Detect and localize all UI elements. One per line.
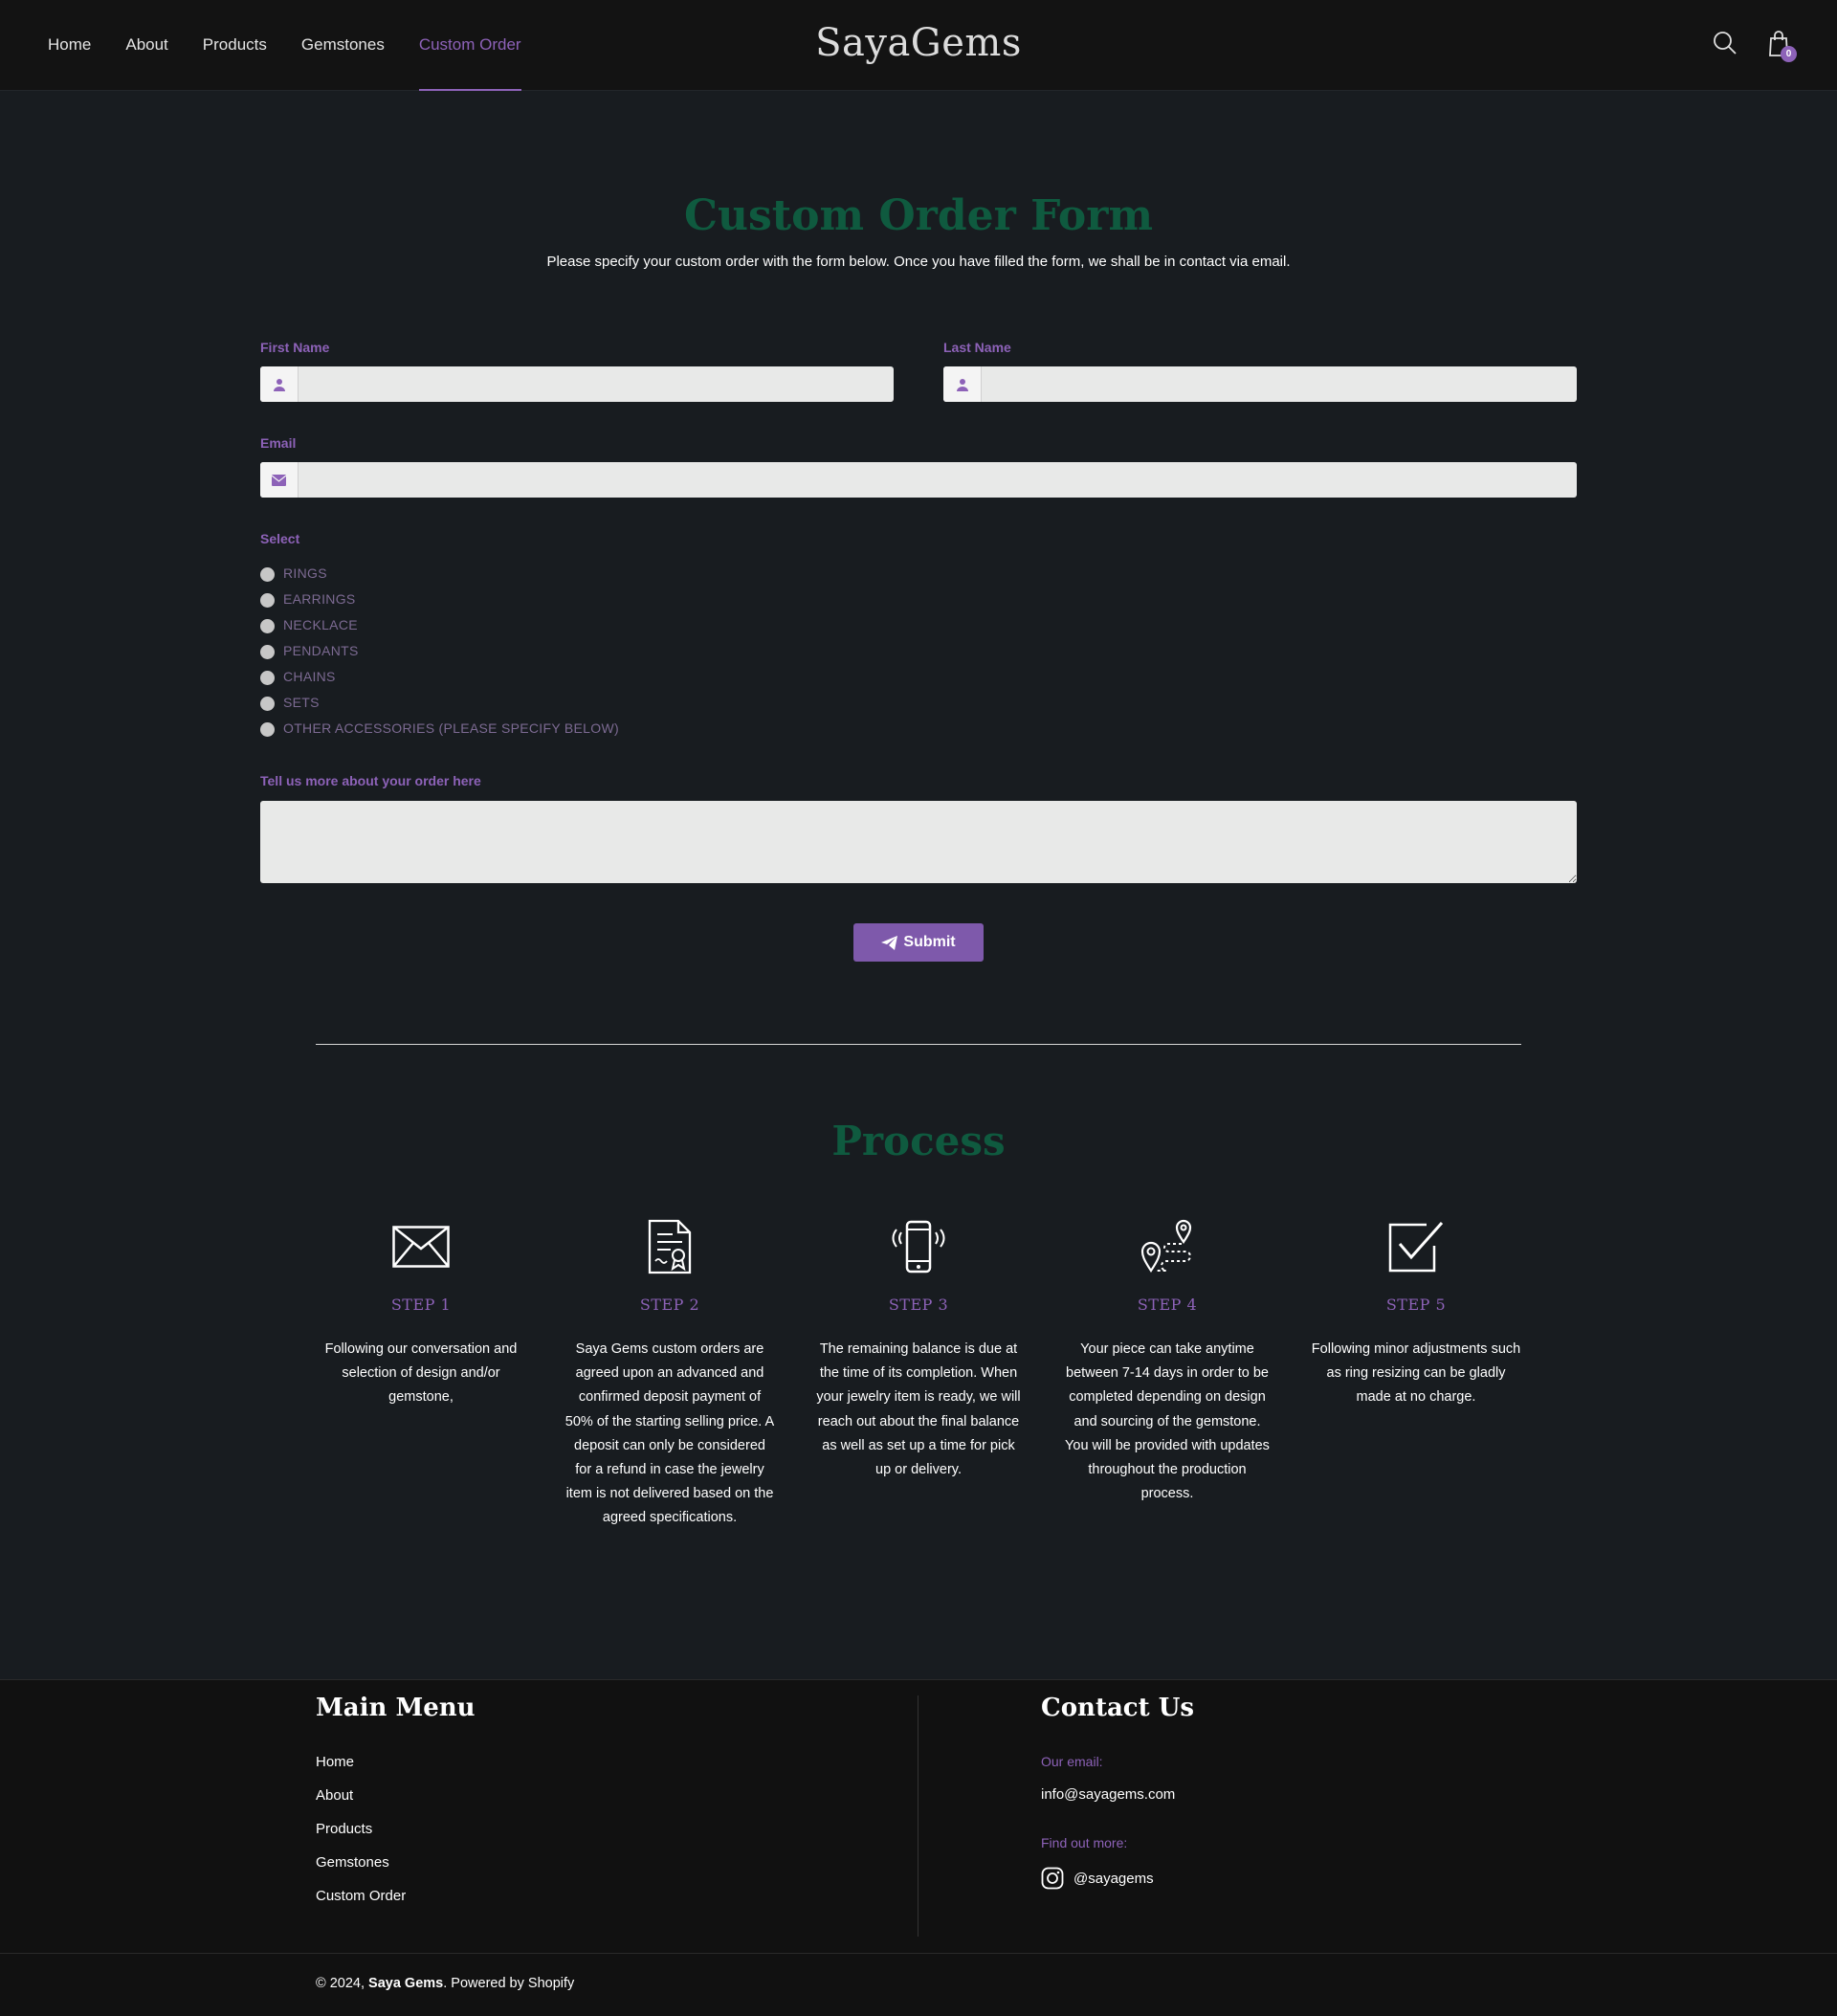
process-step-5: STEP 5 Following minor adjustments such … xyxy=(1306,1217,1526,1410)
step-label: STEP 3 xyxy=(888,1296,949,1314)
last-name-label: Last Name xyxy=(943,340,1011,355)
footer-bottom-divider xyxy=(0,1953,1837,1954)
certificate-document-icon xyxy=(560,1217,780,1276)
search-icon[interactable] xyxy=(1713,31,1737,60)
main-menu-title: Main Menu xyxy=(316,1694,476,1722)
first-name-label: First Name xyxy=(260,340,330,355)
footer-link-custom-order[interactable]: Custom Order xyxy=(316,1887,406,1920)
instagram-link[interactable]: @sayagems xyxy=(1041,1867,1154,1890)
process-step-3: STEP 3 The remaining balance is due at t… xyxy=(808,1217,1029,1482)
route-pin-icon xyxy=(1057,1217,1277,1276)
last-name-field xyxy=(943,366,1577,402)
ringing-phone-icon xyxy=(808,1217,1029,1276)
contact-email[interactable]: info@sayagems.com xyxy=(1041,1786,1175,1803)
copyright: © 2024, Saya Gems. Powered by Shopify xyxy=(316,1976,575,1991)
form-subtitle: Please specify your custom order with th… xyxy=(546,254,1291,270)
submit-button[interactable]: Submit xyxy=(853,923,984,962)
process-title: Process xyxy=(831,1118,1006,1164)
step-text: Saya Gems custom orders are agreed upon … xyxy=(564,1341,775,1526)
user-icon xyxy=(260,366,299,402)
section-divider xyxy=(316,1044,1521,1045)
radio-button[interactable] xyxy=(260,593,275,608)
last-name-input[interactable] xyxy=(982,366,1577,402)
form-title: Custom Order Form xyxy=(683,191,1153,240)
option-pendants[interactable]: PENDANTS xyxy=(260,637,619,663)
option-sets[interactable]: SETS xyxy=(260,689,619,715)
radio-button[interactable] xyxy=(260,619,275,633)
footer-menu: Home About Products Gemstones Custom Ord… xyxy=(316,1753,406,1920)
option-chains[interactable]: CHAINS xyxy=(260,663,619,689)
footer-link-about[interactable]: About xyxy=(316,1786,406,1820)
details-textarea[interactable] xyxy=(260,801,1577,883)
radio-button[interactable] xyxy=(260,722,275,737)
footer-link-products[interactable]: Products xyxy=(316,1820,406,1853)
site-footer xyxy=(0,1679,1837,2016)
footer-link-gemstones[interactable]: Gemstones xyxy=(316,1853,406,1887)
email-input[interactable] xyxy=(299,462,1577,498)
step-label: STEP 2 xyxy=(639,1296,700,1314)
step-label: STEP 1 xyxy=(390,1296,452,1314)
brand-link[interactable]: Saya Gems xyxy=(368,1976,443,1991)
first-name-input[interactable] xyxy=(299,366,894,402)
step-label: STEP 5 xyxy=(1385,1296,1447,1314)
paper-plane-icon xyxy=(881,935,898,950)
checkbox-icon xyxy=(1306,1217,1526,1276)
instagram-icon xyxy=(1041,1867,1064,1890)
envelope-icon xyxy=(311,1217,531,1276)
cart-count-badge: 0 xyxy=(1781,46,1797,62)
site-logo[interactable]: SayaGems xyxy=(0,21,1837,65)
site-header: Home About Products Gemstones Custom Ord… xyxy=(0,0,1837,91)
process-step-1: STEP 1 Following our conversation and se… xyxy=(311,1217,531,1410)
process-step-2: STEP 2 Saya Gems custom orders are agree… xyxy=(560,1217,780,1531)
option-earrings[interactable]: EARRINGS xyxy=(260,586,619,611)
details-label: Tell us more about your order here xyxy=(260,773,481,788)
option-other-accessories[interactable]: OTHER ACCESSORIES (PLEASE SPECIFY BELOW) xyxy=(260,715,619,741)
radio-button[interactable] xyxy=(260,697,275,711)
step-text: The remaining balance is due at the time… xyxy=(816,1341,1021,1478)
cart-icon[interactable]: 0 xyxy=(1767,31,1797,62)
radio-button[interactable] xyxy=(260,645,275,659)
email-label: Email xyxy=(260,435,297,451)
step-text: Following our conversation and selection… xyxy=(324,1341,518,1406)
option-rings[interactable]: RINGS xyxy=(260,560,619,586)
first-name-field xyxy=(260,366,894,402)
select-label: Select xyxy=(260,531,300,546)
footer-link-home[interactable]: Home xyxy=(316,1753,406,1786)
radio-button[interactable] xyxy=(260,567,275,582)
user-icon xyxy=(943,366,982,402)
process-step-4: STEP 4 Your piece can take anytime betwe… xyxy=(1057,1217,1277,1506)
radio-button[interactable] xyxy=(260,671,275,685)
step-text: Following minor adjustments such as ring… xyxy=(1311,1341,1521,1406)
step-text: Your piece can take anytime between 7-14… xyxy=(1065,1341,1270,1502)
option-necklace[interactable]: NECKLACE xyxy=(260,611,619,637)
order-type-options: RINGS EARRINGS NECKLACE PENDANTS CHAINS … xyxy=(260,560,619,741)
details-textarea-wrap xyxy=(260,801,1577,883)
envelope-icon xyxy=(260,462,299,498)
find-out-caption: Find out more: xyxy=(1041,1835,1128,1850)
email-caption: Our email: xyxy=(1041,1754,1103,1769)
contact-title: Contact Us xyxy=(1041,1694,1194,1722)
step-label: STEP 4 xyxy=(1137,1296,1198,1314)
email-field xyxy=(260,462,1577,498)
